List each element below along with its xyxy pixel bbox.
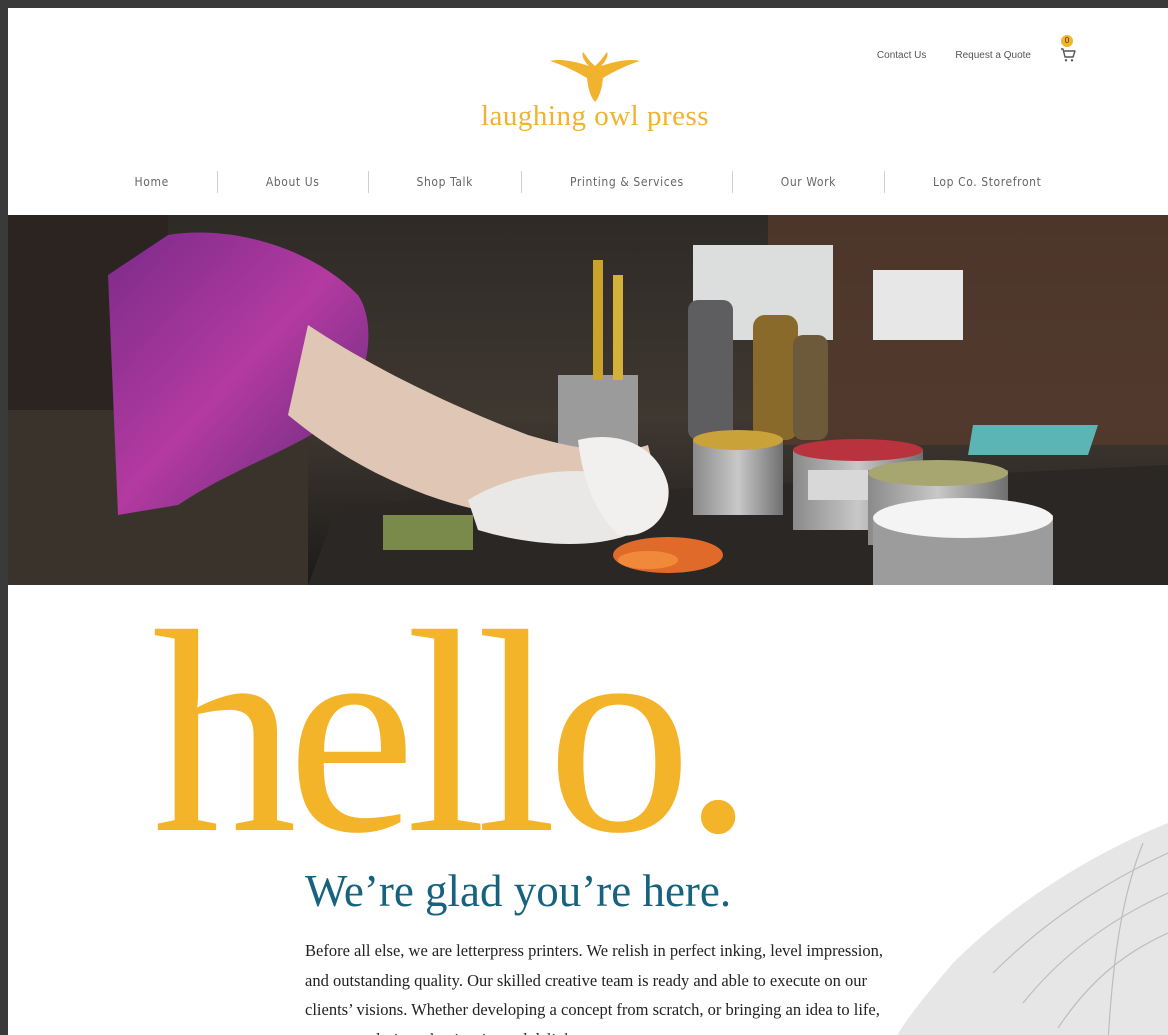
owl-icon — [550, 52, 640, 102]
subheading: We’re glad you’re here. — [305, 866, 732, 916]
nav-our-work[interactable]: Our Work — [733, 171, 884, 193]
cart-button[interactable]: 0 — [1060, 35, 1076, 63]
nav-printing-services[interactable]: Printing & Services — [522, 171, 732, 193]
hero-image — [8, 215, 1168, 585]
nav-home[interactable]: Home — [87, 171, 217, 193]
contact-us-link[interactable]: Contact Us — [877, 50, 926, 61]
main-nav: Home About Us Shop Talk Printing & Servi… — [8, 171, 1168, 193]
nav-shop-talk[interactable]: Shop Talk — [369, 171, 521, 193]
hero-photo — [8, 215, 1168, 585]
logo[interactable]: laughing owl press — [472, 52, 718, 142]
site-header: Contact Us Request a Quote 0 laughing ow… — [8, 8, 1168, 215]
nav-storefront[interactable]: Lop Co. Storefront — [885, 171, 1089, 193]
page: Contact Us Request a Quote 0 laughing ow… — [8, 8, 1168, 1035]
feather-illustration — [897, 823, 1168, 1035]
nav-about-us[interactable]: About Us — [218, 171, 368, 193]
logo-text: laughing owl press — [480, 100, 710, 132]
utility-links: Contact Us Request a Quote 0 — [877, 35, 1076, 63]
intro-paragraph: Before all else, we are letterpress prin… — [305, 941, 883, 1035]
cart-icon — [1061, 48, 1076, 62]
hello-heading: hello. — [152, 572, 754, 893]
cart-count-badge: 0 — [1061, 35, 1073, 47]
request-quote-link[interactable]: Request a Quote — [955, 50, 1031, 61]
